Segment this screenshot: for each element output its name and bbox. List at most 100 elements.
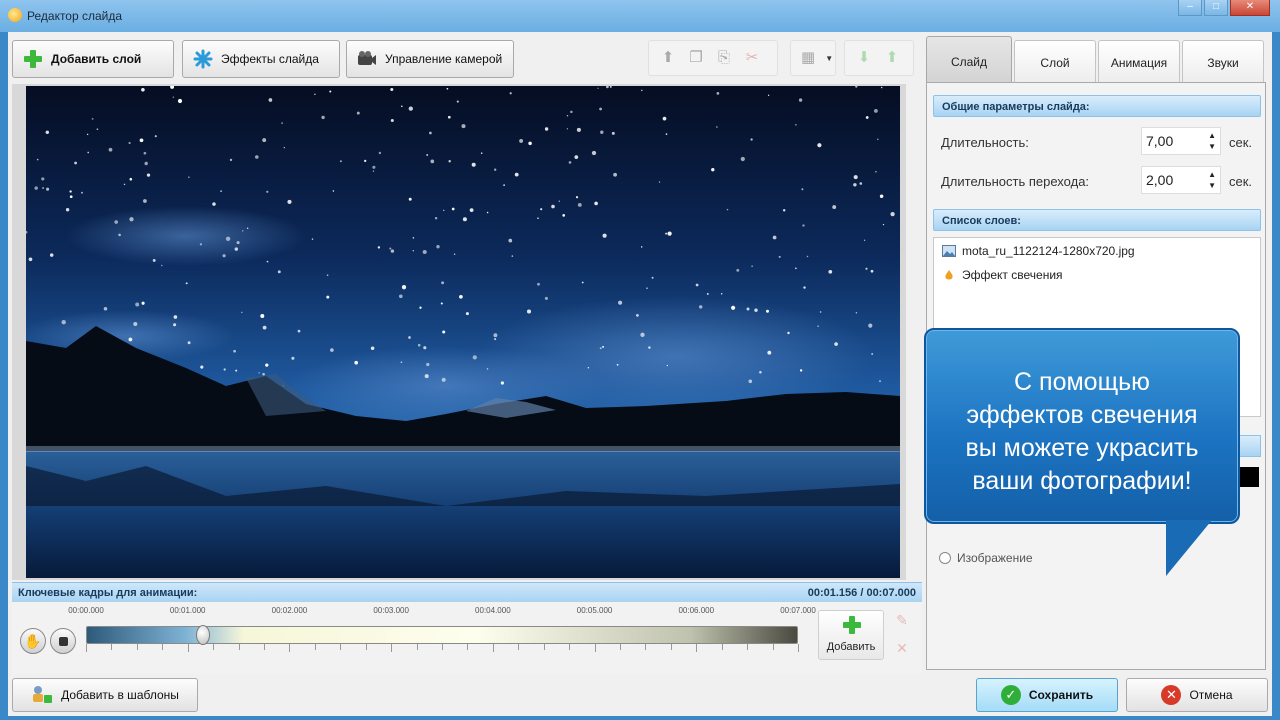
star bbox=[154, 135, 157, 138]
tab-slide[interactable]: Слайд bbox=[926, 36, 1012, 86]
timeline-track[interactable] bbox=[86, 626, 798, 644]
move-up-icon[interactable]: ⬆ bbox=[659, 49, 677, 67]
list-item[interactable]: Эффект свечения bbox=[942, 268, 1063, 282]
slide-effects-button[interactable]: Эффекты слайда bbox=[182, 40, 340, 78]
paste-icon[interactable]: ⎘ bbox=[715, 49, 733, 67]
star bbox=[465, 312, 469, 316]
star bbox=[423, 346, 427, 350]
timeline-tick bbox=[213, 644, 215, 650]
hand-tool-button[interactable]: ✋ bbox=[20, 628, 46, 654]
star bbox=[509, 92, 512, 95]
title-bar: Редактор слайда – □ ✕ bbox=[0, 0, 1280, 32]
star bbox=[429, 131, 432, 135]
star bbox=[448, 159, 451, 163]
star bbox=[447, 115, 451, 119]
star bbox=[528, 141, 532, 146]
star bbox=[667, 231, 672, 236]
stepper-arrows-icon[interactable]: ▲ ▼ bbox=[1208, 130, 1216, 152]
star bbox=[36, 158, 39, 161]
star bbox=[173, 315, 178, 319]
add-layer-button[interactable]: Добавить слой bbox=[12, 40, 174, 78]
timeline-tick bbox=[416, 644, 418, 650]
star bbox=[287, 199, 292, 204]
radio-icon[interactable] bbox=[939, 552, 951, 564]
star bbox=[540, 208, 543, 211]
star bbox=[731, 305, 736, 310]
stepper-arrows-icon[interactable]: ▲ ▼ bbox=[1208, 169, 1216, 191]
window-title: Редактор слайда bbox=[27, 9, 123, 23]
star bbox=[544, 296, 548, 300]
star bbox=[817, 325, 819, 327]
tab-animation[interactable]: Анимация bbox=[1098, 40, 1180, 84]
maximize-icon[interactable]: □ bbox=[1204, 0, 1228, 16]
star bbox=[462, 217, 467, 222]
timeline-tick bbox=[747, 644, 749, 650]
star bbox=[519, 138, 524, 143]
star bbox=[778, 255, 781, 258]
duration-stepper[interactable]: 7,00 ▲ ▼ bbox=[1141, 127, 1221, 155]
star bbox=[103, 307, 108, 311]
delete-keyframe-icon[interactable]: ✕ bbox=[892, 640, 912, 660]
star bbox=[819, 311, 822, 313]
stop-button[interactable] bbox=[50, 628, 76, 654]
star bbox=[372, 170, 375, 172]
cut-icon[interactable]: ✂ bbox=[743, 49, 761, 67]
add-keyframe-button[interactable]: Добавить bbox=[818, 610, 884, 660]
list-item[interactable]: mota_ru_1122124-1280x720.jpg bbox=[942, 244, 1135, 258]
ruler-label: 00:04.000 bbox=[475, 606, 511, 615]
slide-effects-label: Эффекты слайда bbox=[221, 52, 319, 66]
star bbox=[600, 130, 604, 134]
star bbox=[434, 216, 438, 220]
timeline-tick bbox=[467, 644, 469, 650]
close-icon[interactable]: ✕ bbox=[1230, 0, 1270, 16]
star bbox=[566, 128, 569, 130]
camera-control-button[interactable]: Управление камерой bbox=[346, 40, 514, 78]
star bbox=[461, 124, 466, 129]
star bbox=[890, 211, 895, 217]
star bbox=[268, 98, 273, 102]
tab-layer[interactable]: Слой bbox=[1014, 40, 1096, 84]
star bbox=[570, 110, 573, 114]
star bbox=[311, 238, 314, 240]
star bbox=[751, 265, 753, 267]
glow-effect-icon bbox=[945, 269, 953, 280]
cancel-button[interactable]: ✕ Отмена bbox=[1126, 678, 1268, 712]
slide-canvas[interactable] bbox=[26, 86, 900, 578]
image-option-label: Изображение bbox=[957, 551, 1033, 565]
star bbox=[662, 116, 667, 121]
star bbox=[135, 302, 140, 307]
star bbox=[853, 183, 857, 187]
timeline-tick bbox=[569, 644, 571, 650]
layer-down-icon[interactable]: ⬇ bbox=[855, 49, 873, 67]
align-dropdown[interactable]: ▦ ▼ bbox=[790, 40, 836, 76]
star bbox=[798, 98, 803, 102]
copy-icon[interactable]: ❐ bbox=[687, 49, 705, 67]
star bbox=[356, 111, 360, 115]
star bbox=[544, 127, 549, 131]
layer-up-icon[interactable]: ⬆ bbox=[883, 49, 901, 67]
star bbox=[602, 345, 605, 348]
timeline-tick bbox=[518, 644, 520, 650]
save-button[interactable]: ✓ Сохранить bbox=[976, 678, 1118, 712]
transition-stepper[interactable]: 2,00 ▲ ▼ bbox=[1141, 166, 1221, 194]
star bbox=[41, 177, 45, 181]
edit-keyframe-icon[interactable]: ✎ bbox=[892, 612, 912, 632]
star bbox=[332, 190, 335, 192]
add-to-templates-button[interactable]: Добавить в шаблоны bbox=[12, 678, 198, 712]
ruler-label: 00:07.000 bbox=[780, 606, 816, 615]
image-radio-option[interactable]: Изображение bbox=[939, 551, 1033, 565]
star bbox=[599, 347, 602, 350]
minimize-icon[interactable]: – bbox=[1178, 0, 1202, 16]
star bbox=[262, 372, 265, 376]
star bbox=[787, 331, 790, 335]
star bbox=[537, 282, 540, 286]
keyframes-timeline: ✋ 00:00.000 00:01.000 00:02.000 00:03.000 00… bbox=[12, 602, 922, 674]
star bbox=[372, 165, 376, 169]
star bbox=[123, 183, 126, 186]
tab-sounds[interactable]: Звуки bbox=[1182, 40, 1264, 84]
star bbox=[234, 247, 238, 251]
star bbox=[514, 172, 519, 177]
star bbox=[236, 241, 240, 245]
keyframes-header: Ключевые кадры для анимации: 00:01.156 /… bbox=[12, 582, 922, 602]
color-swatch[interactable] bbox=[1239, 467, 1259, 487]
